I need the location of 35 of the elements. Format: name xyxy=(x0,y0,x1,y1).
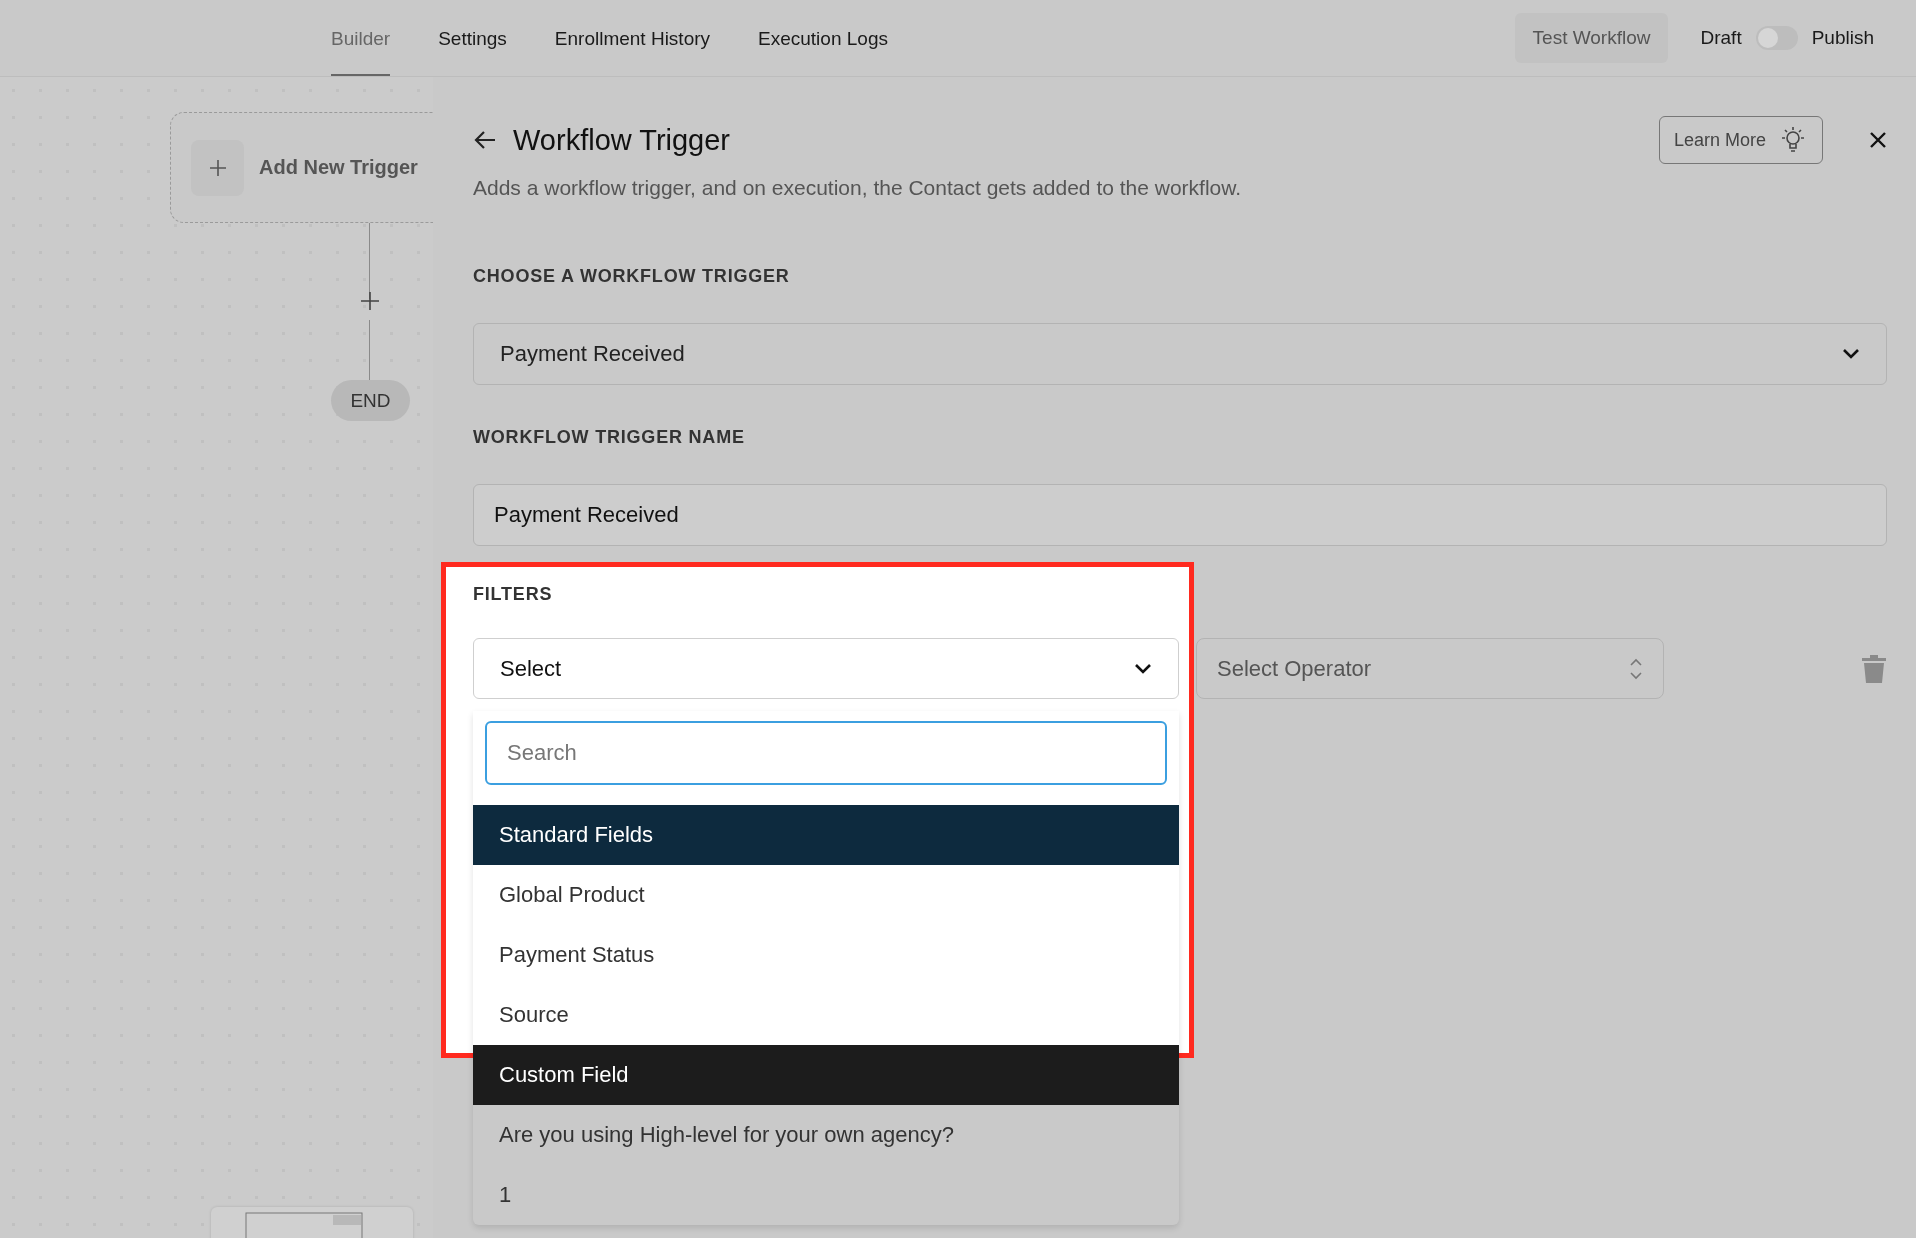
dropdown-option[interactable]: Global Product xyxy=(473,865,1179,925)
group-header: Standard Fields xyxy=(473,805,1179,865)
dropdown-option[interactable]: 1 xyxy=(473,1165,1179,1225)
back-arrow-icon[interactable] xyxy=(473,130,497,150)
node-label: Add New Trigger xyxy=(259,156,418,179)
close-icon xyxy=(1869,131,1887,149)
trigger-node[interactable]: Add New Trigger xyxy=(170,112,433,223)
field-label: CHOOSE A WORKFLOW TRIGGER xyxy=(473,266,791,287)
publish-toggle[interactable] xyxy=(1755,26,1798,50)
publish-label: Publish xyxy=(1811,27,1874,49)
tab[interactable]: Execution Logs xyxy=(758,0,888,76)
panel-title: Workflow Trigger xyxy=(513,123,731,157)
operator-select[interactable]: Select Operator xyxy=(1196,638,1664,699)
learn-more-button[interactable]: Learn More xyxy=(1658,116,1823,164)
sort-arrows-icon xyxy=(1629,656,1643,681)
tab[interactable]: Settings xyxy=(438,0,507,76)
dropdown-option[interactable]: Payment Status xyxy=(473,925,1179,985)
close-button[interactable] xyxy=(1869,131,1887,149)
tab[interactable]: Enrollment History xyxy=(554,0,711,76)
field-label: WORKFLOW TRIGGER NAME xyxy=(473,427,746,448)
end-node: END xyxy=(331,380,410,421)
test-workflow-button[interactable]: Test Workflow xyxy=(1514,13,1669,63)
trigger-name-field[interactable]: Payment Received xyxy=(473,484,1887,546)
dropdown-option[interactable]: Are you using High-level for your own agency? xyxy=(473,1105,1179,1165)
group-header: Custom Field xyxy=(473,1045,1179,1105)
panel-subtitle: Adds a workflow trigger, and on execution, the Contact gets added to the workflow. xyxy=(473,176,1243,200)
search-field[interactable]: Search xyxy=(485,721,1167,785)
dropdown-option[interactable]: Source xyxy=(473,985,1179,1045)
filters-label: FILTERS xyxy=(473,584,554,605)
chevron-down-icon xyxy=(1842,348,1860,360)
add-step-icon[interactable] xyxy=(360,291,380,311)
trigger-dropdown[interactable]: Payment Received xyxy=(473,323,1887,385)
draft-label: Draft xyxy=(1700,27,1742,49)
field-select[interactable]: Select xyxy=(473,638,1179,699)
plus-icon xyxy=(208,158,227,177)
